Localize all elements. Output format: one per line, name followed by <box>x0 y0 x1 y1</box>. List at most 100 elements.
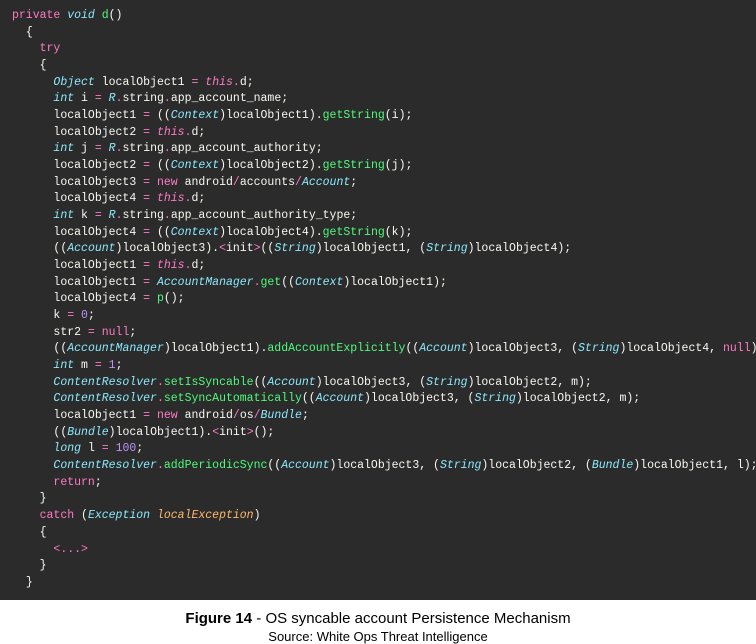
kw-catch: catch <box>40 509 75 522</box>
method: init <box>226 242 254 255</box>
method: addPeriodicSync <box>164 459 268 472</box>
var: localObject1 <box>226 109 309 122</box>
brace: } <box>40 559 47 572</box>
field: app_account_name <box>171 92 281 105</box>
var: localObject2 <box>53 126 136 139</box>
op: = <box>88 359 109 372</box>
type: String <box>426 376 467 389</box>
var: localObject1 <box>640 459 723 472</box>
method: getString <box>323 159 385 172</box>
kw-this: this <box>157 126 185 139</box>
kw-int: int <box>53 209 74 222</box>
num: 100 <box>116 442 137 455</box>
var: localObject1 <box>116 426 199 439</box>
semi: ; <box>129 326 136 339</box>
var: str2 <box>53 326 81 339</box>
var: localObject4 <box>475 242 558 255</box>
var: localObject3 <box>122 242 205 255</box>
method: setIsSyncable <box>164 376 254 389</box>
method: addAccountExplicitly <box>267 342 405 355</box>
type: Account <box>281 459 329 472</box>
var: l <box>88 442 95 455</box>
pkg: android <box>185 176 233 189</box>
type: Bundle <box>67 426 108 439</box>
field: string <box>122 142 163 155</box>
var: j <box>392 159 399 172</box>
var: localObject1 <box>53 109 136 122</box>
var: localObject4 <box>53 292 136 305</box>
op: = <box>136 292 157 305</box>
var: localObject2 <box>226 159 309 172</box>
type: Context <box>295 276 343 289</box>
type: ContentResolver <box>53 376 157 389</box>
pkg: android <box>185 409 233 422</box>
figure-number: Figure 14 <box>185 610 252 627</box>
pkg: os <box>240 409 254 422</box>
field: d <box>240 76 247 89</box>
gt: > <box>254 242 261 255</box>
var: localObject1 <box>53 259 136 272</box>
caption-text: OS syncable account Persistence Mechanis… <box>265 610 570 627</box>
type: Context <box>171 109 219 122</box>
var: l <box>737 459 744 472</box>
type: Context <box>171 159 219 172</box>
method: getString <box>323 109 385 122</box>
class-r: R <box>109 92 116 105</box>
var: localObject3 <box>371 392 454 405</box>
code-snippet: private void d() { try { Object localObj… <box>0 0 756 600</box>
type: Bundle <box>592 459 633 472</box>
var: localObject1 <box>53 276 136 289</box>
kw-null: null <box>102 326 130 339</box>
brace: { <box>40 59 47 72</box>
type: ContentResolver <box>53 392 157 405</box>
var: localObject1 <box>171 342 254 355</box>
var: localObject2 <box>474 376 557 389</box>
type: Context <box>171 226 219 239</box>
field: string <box>122 92 163 105</box>
type: Exception <box>88 509 150 522</box>
type: ContentResolver <box>53 459 157 472</box>
field: string <box>122 209 163 222</box>
pkg: accounts <box>240 176 295 189</box>
semi: ; <box>281 92 288 105</box>
op: = <box>136 409 157 422</box>
var: localObject4 <box>53 192 136 205</box>
field: app_account_authority <box>171 142 316 155</box>
var: localObject2 <box>488 459 571 472</box>
var: localObject4 <box>626 342 709 355</box>
kw-return: return <box>53 476 94 489</box>
type: Account <box>419 342 467 355</box>
semi: ; <box>247 76 254 89</box>
var: localObject2 <box>523 392 606 405</box>
type: String <box>440 459 481 472</box>
kw-int: int <box>53 92 74 105</box>
figure-source: Source: White Ops Threat Intelligence <box>0 629 756 644</box>
type: Account <box>267 376 315 389</box>
var: localObject3 <box>474 342 557 355</box>
op: = <box>88 92 109 105</box>
op: = <box>88 209 109 222</box>
keyword-try: try <box>40 42 61 55</box>
kw-this: this <box>157 259 185 272</box>
var: localObject1 <box>350 276 433 289</box>
gt: > <box>247 426 254 439</box>
kw-new: new <box>157 176 178 189</box>
semi: ; <box>136 442 143 455</box>
figure-caption: Figure 14 - OS syncable account Persiste… <box>0 610 756 627</box>
op: = <box>136 226 157 239</box>
var: localObject3 <box>336 459 419 472</box>
caption-sep: - <box>252 610 265 627</box>
type-object: Object <box>53 76 94 89</box>
var: m <box>81 359 88 372</box>
type: String <box>274 242 315 255</box>
type: String <box>474 392 515 405</box>
semi: ; <box>198 126 205 139</box>
kw-new: new <box>157 409 178 422</box>
semi: ; <box>116 359 123 372</box>
op: = <box>95 442 116 455</box>
param: localException <box>157 509 254 522</box>
semi: ; <box>198 192 205 205</box>
kw-this: this <box>205 76 233 89</box>
method: init <box>219 426 247 439</box>
semi: ; <box>350 176 357 189</box>
